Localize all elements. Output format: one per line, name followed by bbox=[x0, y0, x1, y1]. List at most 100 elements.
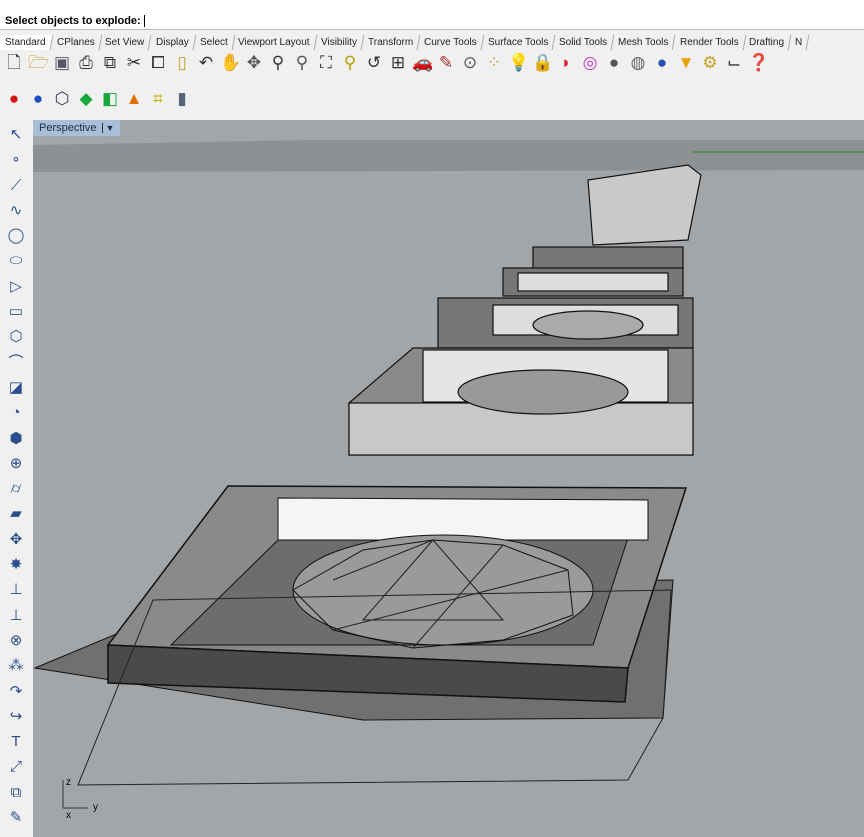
rectangle-icon[interactable]: ▭ bbox=[6, 299, 26, 324]
axis-label-y: y bbox=[93, 802, 98, 813]
spotlight-icon[interactable]: ▼ bbox=[676, 52, 696, 74]
group-icon[interactable]: ⊗ bbox=[6, 628, 26, 653]
color-wheel-icon[interactable]: ◎ bbox=[580, 52, 600, 74]
render-sphere-icon[interactable]: ● bbox=[652, 52, 672, 74]
tab-curve-tools[interactable]: Curve Tools bbox=[417, 35, 484, 50]
tab-label: N bbox=[795, 37, 803, 48]
import-icon[interactable]: ⧉ bbox=[100, 52, 120, 74]
cylinder-icon[interactable]: ▮ bbox=[172, 88, 192, 110]
distant-plane bbox=[33, 140, 864, 172]
blue-sphere-icon[interactable]: ● bbox=[28, 88, 48, 110]
extend-icon[interactable]: ⊥ bbox=[6, 577, 26, 602]
surface-revolve-icon[interactable]: ◔ bbox=[6, 400, 26, 425]
tab-standard[interactable]: Standard bbox=[0, 35, 53, 50]
circle-icon[interactable]: ◯ bbox=[6, 223, 26, 248]
block-icon[interactable]: ⧉ bbox=[6, 780, 26, 805]
toolbar-tabs: Standard CPlanes Set View Display Select View… bbox=[0, 35, 864, 50]
help-icon[interactable]: ❓ bbox=[748, 52, 769, 74]
dimension-vertical-icon[interactable]: ⤢ bbox=[6, 754, 26, 779]
text-icon[interactable]: T bbox=[6, 729, 26, 754]
tab-transform[interactable]: Transform bbox=[361, 35, 421, 50]
world-axes: z x y bbox=[62, 777, 98, 821]
tab-solid-tools[interactable]: Solid Tools bbox=[552, 35, 615, 50]
explode-icon[interactable]: ✸ bbox=[6, 552, 26, 577]
open-folder-icon[interactable]: 🗁 bbox=[28, 52, 49, 74]
grid-snap-icon[interactable]: ✎ bbox=[436, 52, 456, 74]
osnap-icon[interactable]: ⊙ bbox=[460, 52, 480, 74]
tab-label: Curve Tools bbox=[423, 37, 477, 48]
viewport-menu-dropdown-icon[interactable]: ▼ bbox=[102, 123, 115, 133]
polyline-icon[interactable]: ⟋ bbox=[6, 173, 26, 198]
sphere-render-icon[interactable]: ◍ bbox=[628, 52, 648, 74]
tab-set-view[interactable]: Set View bbox=[99, 35, 153, 50]
array-icon[interactable]: ⁂ bbox=[6, 653, 26, 678]
tab-cplanes[interactable]: CPlanes bbox=[50, 35, 102, 50]
select-points-icon[interactable]: ⁘ bbox=[484, 52, 504, 74]
axis-label-z: z bbox=[66, 777, 71, 788]
new-file-icon[interactable]: 🗋 bbox=[4, 52, 24, 74]
lock-icon[interactable]: 🔒 bbox=[532, 52, 553, 74]
ellipse-icon[interactable]: ⬭ bbox=[6, 248, 26, 273]
tab-viewport-layout[interactable]: Viewport Layout bbox=[231, 35, 318, 50]
cone-icon[interactable]: ▲ bbox=[124, 88, 144, 110]
dimension-icon[interactable]: ⌙ bbox=[724, 52, 744, 74]
green-box-icon[interactable]: ◧ bbox=[100, 88, 120, 110]
zoom-window-icon[interactable]: ⚲ bbox=[292, 52, 312, 74]
car-icon[interactable]: 🚗 bbox=[412, 52, 433, 74]
tab-surface-tools[interactable]: Surface Tools bbox=[481, 35, 556, 50]
copy-icon[interactable]: ⧠ bbox=[148, 52, 168, 74]
trim-icon[interactable]: ⊥ bbox=[6, 603, 26, 628]
scene: z x y bbox=[33, 140, 864, 821]
tab-display[interactable]: Display bbox=[149, 35, 196, 50]
cut-icon[interactable]: ✂ bbox=[124, 52, 144, 74]
save-icon[interactable]: ▣ bbox=[52, 52, 72, 74]
red-sphere-icon[interactable]: ● bbox=[4, 88, 24, 110]
zoom-extents-icon[interactable]: ⛶ bbox=[316, 52, 336, 74]
transform-icon[interactable]: ✥ bbox=[6, 527, 26, 552]
zoom-icon[interactable]: ⚲ bbox=[268, 52, 288, 74]
print-icon[interactable]: ⎙ bbox=[76, 52, 96, 74]
fillet-curve-icon[interactable]: ⌒ bbox=[6, 350, 26, 375]
offset-icon[interactable]: ↷ bbox=[6, 679, 26, 704]
surface-icon[interactable]: ◪ bbox=[6, 375, 26, 400]
perspective-viewport[interactable]: z x y Perspective ▼ bbox=[33, 120, 864, 837]
solid-union-icon[interactable]: ⊕ bbox=[6, 451, 26, 476]
rotate-view-icon[interactable]: ✥ bbox=[244, 52, 264, 74]
tab-label: Select bbox=[199, 37, 228, 48]
polygon-center-icon[interactable]: ⬡ bbox=[6, 324, 26, 349]
box-icon[interactable]: ⬢ bbox=[6, 426, 26, 451]
viewport-title-tab[interactable]: Perspective ▼ bbox=[33, 120, 121, 136]
sphere-icon[interactable]: ● bbox=[604, 52, 624, 74]
command-line[interactable]: Select objects to explode: bbox=[0, 12, 864, 30]
tab-label: CPlanes bbox=[56, 37, 95, 48]
tab-mesh-tools[interactable]: Mesh Tools bbox=[611, 35, 676, 50]
select-arrow-icon[interactable]: ↖ bbox=[6, 122, 26, 147]
tab-label: Surface Tools bbox=[487, 37, 548, 48]
blend-icon[interactable]: ↪ bbox=[6, 704, 26, 729]
options-gear-icon[interactable]: ⚙ bbox=[700, 52, 720, 74]
axis-label-x: x bbox=[66, 810, 71, 821]
undo-view-icon[interactable]: ↺ bbox=[364, 52, 384, 74]
four-viewports-icon[interactable]: ⊞ bbox=[388, 52, 408, 74]
shaded-icon[interactable]: ◗ bbox=[556, 52, 576, 74]
tab-render-tools[interactable]: Render Tools bbox=[673, 35, 746, 50]
properties-icon[interactable]: ✎ bbox=[6, 805, 26, 830]
tab-label: Mesh Tools bbox=[618, 37, 669, 48]
tab-visibility[interactable]: Visibility bbox=[314, 35, 365, 50]
cylinder-solid-icon[interactable]: ⌭ bbox=[6, 476, 26, 501]
mesh-icon[interactable]: ▰ bbox=[6, 501, 26, 526]
pan-hand-icon[interactable]: ✋ bbox=[220, 52, 241, 74]
tab-drafting[interactable]: Drafting bbox=[743, 35, 792, 50]
wire-sphere-icon[interactable]: ⬡ bbox=[52, 88, 72, 110]
curve-icon[interactable]: ∿ bbox=[6, 198, 26, 223]
light-icon[interactable]: 💡 bbox=[508, 52, 529, 74]
paste-icon[interactable]: ▯ bbox=[172, 52, 192, 74]
control-points-icon[interactable]: ⌗ bbox=[148, 88, 168, 110]
undo-icon[interactable]: ↶ bbox=[196, 52, 216, 74]
green-shape-icon[interactable]: ◆ bbox=[76, 88, 96, 110]
zoom-selected-icon[interactable]: ⚲ bbox=[340, 52, 360, 74]
tab-select[interactable]: Select bbox=[193, 35, 235, 50]
tab-n[interactable]: N bbox=[789, 35, 810, 50]
point-icon[interactable]: ∘ bbox=[6, 147, 26, 172]
polygon-icon[interactable]: ▷ bbox=[6, 274, 26, 299]
